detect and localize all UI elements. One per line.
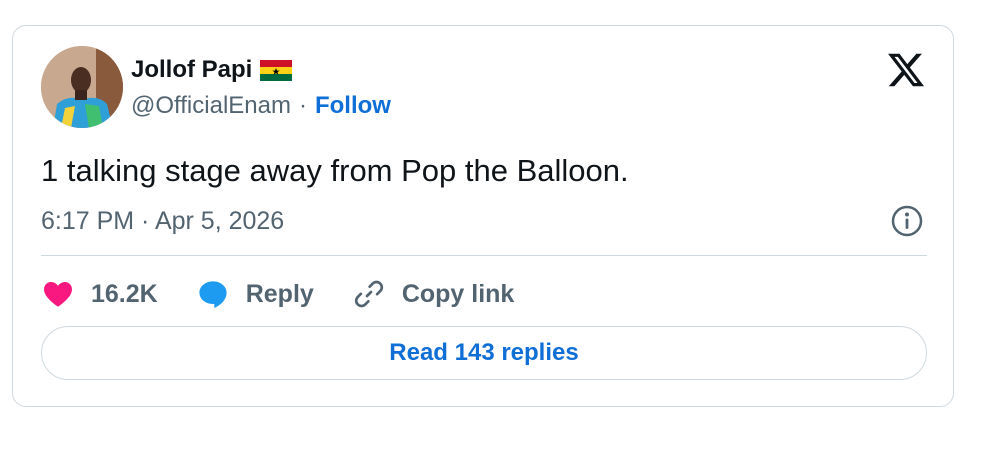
- author-name[interactable]: Jollof Papi: [131, 56, 252, 84]
- avatar[interactable]: [41, 46, 123, 128]
- avatar-image: [41, 46, 123, 128]
- reply-label: Reply: [245, 279, 314, 308]
- copy-link-button[interactable]: Copy link: [352, 278, 515, 310]
- reply-button[interactable]: Reply: [196, 278, 314, 310]
- action-bar: 16.2K Reply Copy link: [41, 274, 552, 314]
- heart-icon: [44, 282, 72, 307]
- ghana-flag-icon: [260, 59, 293, 81]
- like-count: 16.2K: [91, 279, 158, 308]
- tweet-embed-card: Jollof Papi @OfficialEnam · Follow 1 tal…: [12, 25, 954, 407]
- read-replies-button[interactable]: Read 143 replies: [41, 326, 927, 380]
- x-logo-icon[interactable]: [886, 50, 926, 90]
- link-icon: [354, 280, 383, 308]
- author-handle[interactable]: @OfficialEnam: [131, 92, 291, 120]
- info-icon[interactable]: [890, 204, 924, 238]
- reply-bubble-icon: [199, 281, 227, 308]
- tweet-timestamp[interactable]: 6:17 PM · Apr 5, 2026: [41, 207, 284, 236]
- separator-dot: ·: [298, 92, 307, 119]
- follow-button[interactable]: Follow: [315, 92, 391, 120]
- divider: [41, 255, 927, 256]
- like-button[interactable]: 16.2K: [41, 278, 158, 310]
- copy-link-label: Copy link: [401, 279, 515, 308]
- tweet-text: 1 talking stage away from Pop the Balloo…: [41, 153, 629, 188]
